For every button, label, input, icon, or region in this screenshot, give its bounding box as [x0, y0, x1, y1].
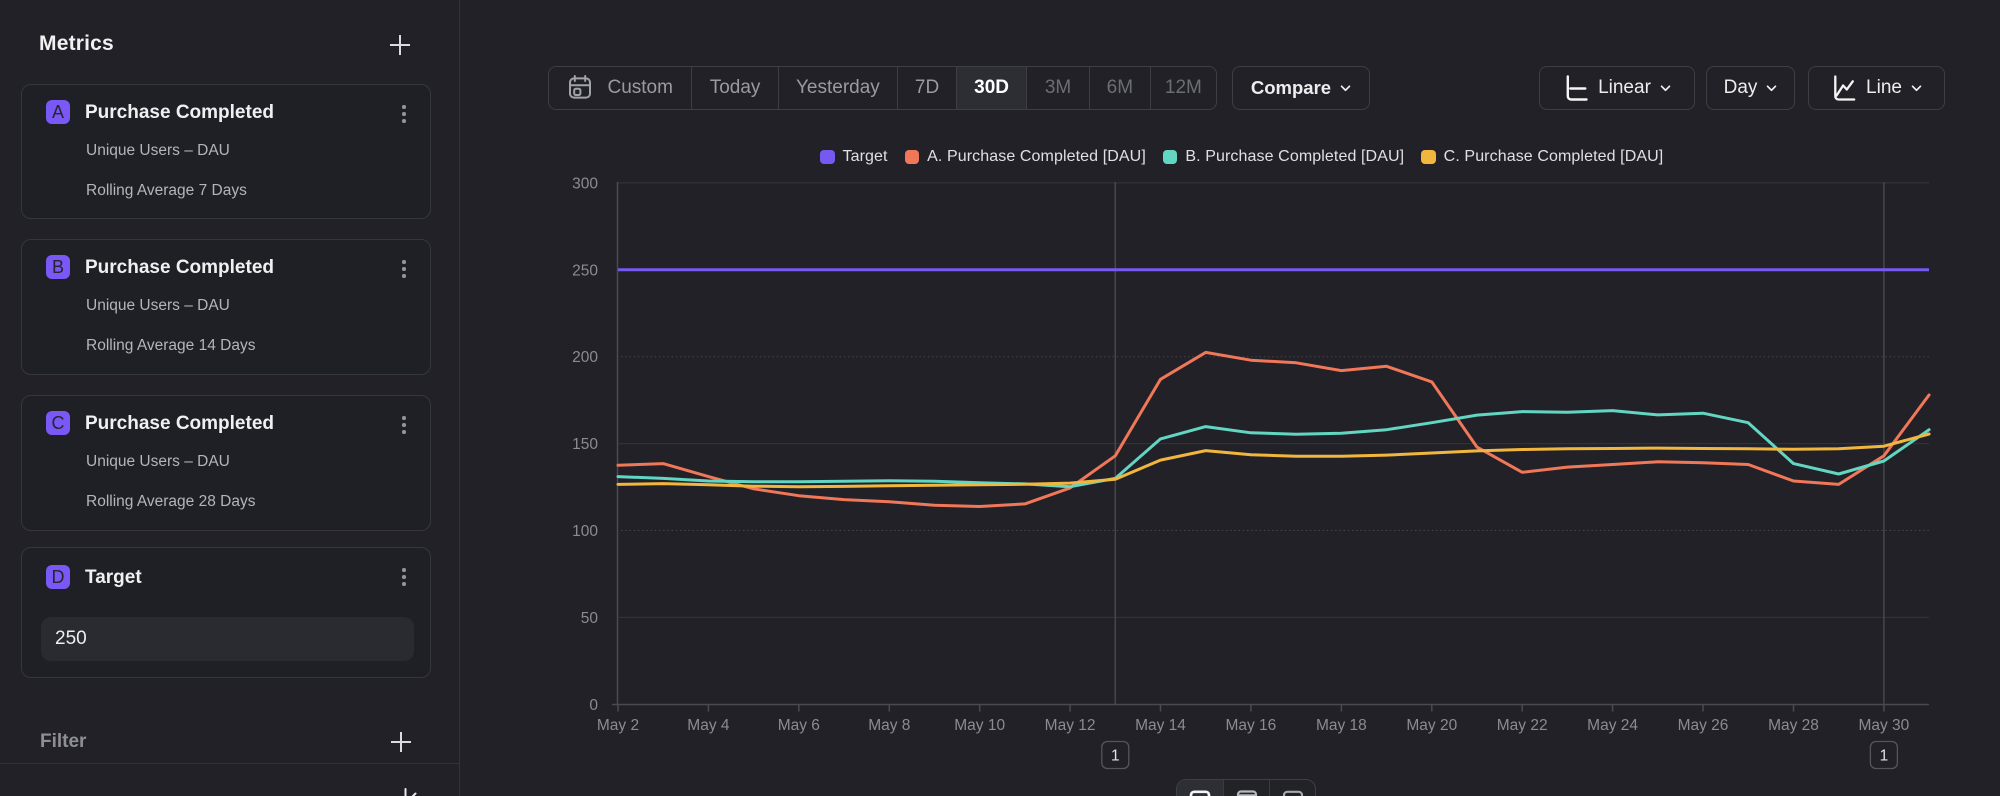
svg-text:May 12: May 12 [1045, 717, 1096, 734]
svg-text:May 20: May 20 [1406, 717, 1457, 734]
svg-text:May 16: May 16 [1225, 717, 1276, 734]
svg-text:May 28: May 28 [1768, 717, 1819, 734]
svg-text:May 14: May 14 [1135, 717, 1186, 734]
svg-text:May 2: May 2 [597, 717, 639, 734]
svg-text:200: 200 [572, 349, 598, 366]
svg-text:150: 150 [572, 436, 598, 453]
svg-text:1: 1 [1880, 748, 1889, 765]
svg-text:May 22: May 22 [1497, 717, 1548, 734]
svg-text:1: 1 [1111, 748, 1120, 765]
svg-text:May 4: May 4 [687, 717, 730, 734]
svg-text:250: 250 [572, 262, 598, 279]
svg-text:0: 0 [589, 697, 598, 714]
svg-text:100: 100 [572, 523, 598, 540]
svg-text:May 18: May 18 [1316, 717, 1367, 734]
svg-text:May 6: May 6 [778, 717, 820, 734]
svg-text:50: 50 [581, 610, 599, 627]
svg-text:May 26: May 26 [1678, 717, 1729, 734]
svg-text:May 8: May 8 [868, 717, 910, 734]
svg-text:May 24: May 24 [1587, 717, 1638, 734]
svg-text:May 30: May 30 [1858, 717, 1909, 734]
svg-text:May 10: May 10 [954, 717, 1005, 734]
svg-text:300: 300 [572, 175, 598, 192]
